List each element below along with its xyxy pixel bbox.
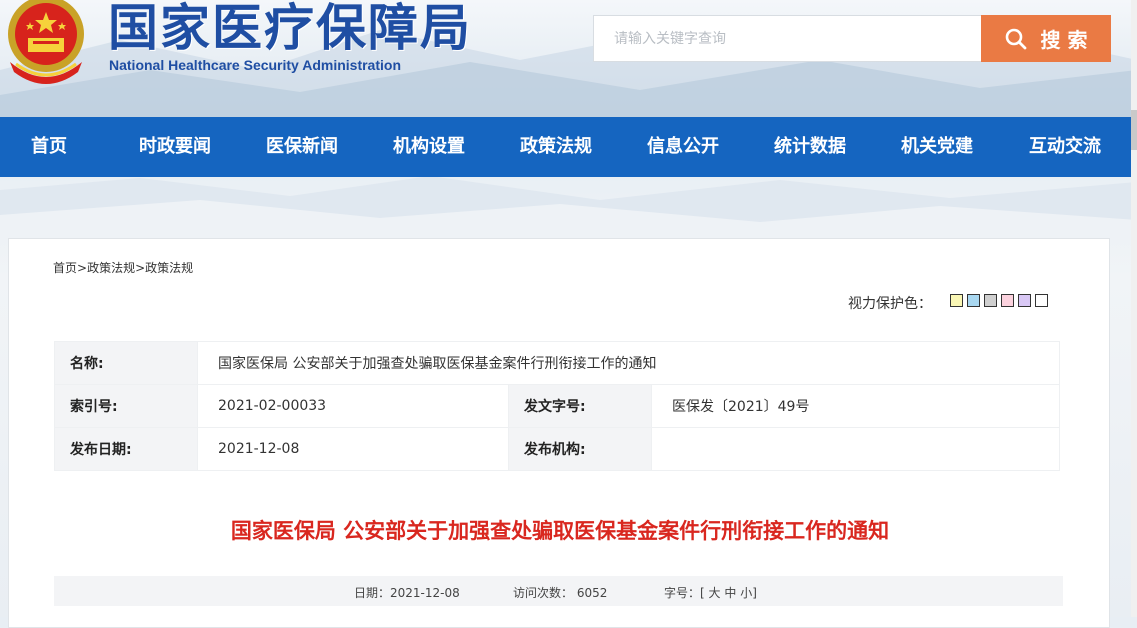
- breadcrumb-policy[interactable]: 政策法规: [87, 261, 135, 275]
- search-button[interactable]: 搜 索: [981, 15, 1111, 62]
- nav-item-organization[interactable]: 机构设置: [393, 117, 465, 177]
- date-value: 2021-12-08: [197, 427, 509, 471]
- nav-item-statistics[interactable]: 统计数据: [774, 117, 846, 177]
- breadcrumb-separator: >: [135, 261, 146, 275]
- swatch-blue[interactable]: [967, 294, 980, 307]
- font-size-small[interactable]: 小: [740, 586, 752, 600]
- breadcrumb-home[interactable]: 首页: [53, 261, 77, 275]
- breadcrumb: 首页>政策法规>政策法规: [53, 259, 193, 276]
- swatch-purple[interactable]: [1018, 294, 1031, 307]
- national-emblem-icon: [8, 0, 84, 84]
- nav-item-disclosure[interactable]: 信息公开: [647, 117, 719, 177]
- document-meta-table: 名称: 国家医保局 公安部关于加强查处骗取医保基金案件行刑衔接工作的通知 索引号…: [54, 341, 1060, 471]
- publish-date: 日期：2021-12-08: [354, 586, 460, 600]
- name-label: 名称:: [54, 341, 198, 385]
- swatch-yellow[interactable]: [950, 294, 963, 307]
- search-button-label: 搜 索: [1040, 28, 1088, 52]
- index-label: 索引号:: [54, 384, 198, 428]
- name-value: 国家医保局 公安部关于加强查处骗取医保基金案件行刑衔接工作的通知: [197, 341, 1060, 385]
- visit-count: 访问次数： 6052: [513, 586, 608, 600]
- nav-item-news[interactable]: 时政要闻: [139, 117, 211, 177]
- font-size-medium[interactable]: 中: [724, 586, 736, 600]
- org-value: [651, 427, 1060, 471]
- eye-protection-swatches: [950, 294, 1052, 307]
- scrollbar-thumb[interactable]: [1131, 110, 1137, 150]
- article-info-bar: 日期：2021-12-08 访问次数： 6052 字号：[ 大 中 小]: [54, 576, 1063, 606]
- docno-label: 发文字号:: [508, 384, 652, 428]
- search-icon: [1005, 28, 1026, 49]
- nav-item-policy[interactable]: 政策法规: [520, 117, 592, 177]
- font-size-end: ]: [752, 586, 757, 600]
- date-label: 发布日期:: [54, 427, 198, 471]
- nav-item-interaction[interactable]: 互动交流: [1029, 117, 1101, 177]
- table-row: 索引号: 2021-02-00033 发文字号: 医保发〔2021〕49号: [54, 384, 1060, 428]
- eye-protection-label: 视力保护色：: [848, 296, 932, 312]
- content-panel: 首页>政策法规>政策法规 视力保护色： 名称: 国家医保局 公安部关于加强查处骗…: [8, 238, 1110, 628]
- article-title: 国家医保局 公安部关于加强查处骗取医保基金案件行刑衔接工作的通知: [230, 519, 890, 543]
- swatch-white[interactable]: [1035, 294, 1048, 307]
- nav-item-party[interactable]: 机关党建: [901, 117, 973, 177]
- site-title-cn: 国家医疗保障局: [108, 0, 472, 57]
- table-row: 名称: 国家医保局 公安部关于加强查处骗取医保基金案件行刑衔接工作的通知: [54, 341, 1060, 385]
- breadcrumb-separator: >: [77, 261, 88, 275]
- swatch-gray[interactable]: [984, 294, 997, 307]
- font-size-control: 字号：[ 大 中 小]: [664, 584, 757, 601]
- swatch-pink[interactable]: [1001, 294, 1014, 307]
- font-size-large[interactable]: 大: [709, 586, 721, 600]
- index-value: 2021-02-00033: [197, 384, 509, 428]
- main-nav: 首页 时政要闻 医保新闻 机构设置 政策法规 信息公开 统计数据 机关党建 互动…: [0, 117, 1137, 177]
- search-input[interactable]: [594, 16, 954, 61]
- search-box: [593, 15, 981, 62]
- page-scrollbar[interactable]: [1131, 0, 1137, 617]
- nav-item-healthcare-news[interactable]: 医保新闻: [266, 117, 338, 177]
- table-row: 发布日期: 2021-12-08 发布机构:: [54, 427, 1060, 471]
- font-size-label: 字号：[: [664, 586, 705, 600]
- breadcrumb-policy-sub[interactable]: 政策法规: [145, 261, 193, 275]
- docno-value: 医保发〔2021〕49号: [651, 384, 1060, 428]
- nav-item-home[interactable]: 首页: [31, 117, 67, 177]
- org-label: 发布机构:: [508, 427, 652, 471]
- site-title-en: National Healthcare Security Administrat…: [109, 57, 401, 73]
